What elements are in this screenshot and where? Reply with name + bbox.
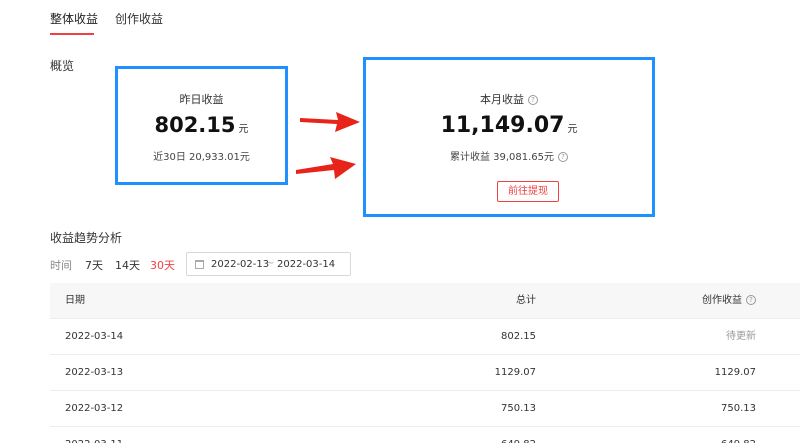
date-range-end[interactable]: 2022-03-14: [277, 259, 335, 270]
table-row: 2022-03-13 1129.07 1129.07: [50, 355, 800, 391]
row-creation-earnings: 750.13: [721, 403, 756, 414]
help-icon[interactable]: ?: [746, 295, 756, 305]
row-creation-earnings: 649.82: [721, 427, 756, 443]
last-30-days-earnings: 近30日 20,933.01元: [153, 152, 250, 163]
withdraw-button[interactable]: 前往提现: [497, 181, 559, 202]
yesterday-earnings-title: 昨日收益: [179, 93, 224, 106]
column-header-total: 总计: [516, 295, 536, 306]
yesterday-earnings-amount: 802.15: [154, 113, 236, 137]
row-date: 2022-03-13: [65, 367, 124, 378]
active-tab-underline: [50, 33, 94, 35]
monthly-earnings-amount: 11,149.07: [440, 113, 565, 138]
help-icon[interactable]: ?: [558, 152, 569, 162]
date-range-picker[interactable]: 2022-02-13 ~ 2022-03-14: [186, 252, 351, 276]
yesterday-earnings-unit: 元: [238, 124, 249, 135]
monthly-earnings-card: 本月收益? 11,149.07 元 累计收益 39,081.65元? 前往提现: [363, 57, 655, 217]
row-date: 2022-03-14: [65, 331, 124, 342]
range-7-days[interactable]: 7天: [85, 257, 103, 273]
table-row: 2022-03-11 649.82 649.82: [50, 427, 800, 443]
calendar-icon: [195, 260, 204, 269]
row-total: 1129.07: [494, 367, 536, 378]
time-label: 时间: [50, 259, 72, 272]
row-date: 2022-03-12: [65, 403, 124, 414]
table-row: 2022-03-12 750.13 750.13: [50, 391, 800, 427]
column-header-creation: 创作收益?: [702, 283, 756, 319]
range-30-days[interactable]: 30天: [150, 257, 175, 273]
range-14-days[interactable]: 14天: [115, 257, 140, 273]
row-total: 750.13: [501, 403, 536, 414]
row-creation-earnings: 1129.07: [714, 367, 756, 378]
yesterday-earnings-value: 802.15 元: [118, 113, 285, 137]
date-range-separator: ~: [266, 258, 275, 269]
date-range-start[interactable]: 2022-02-13: [211, 259, 269, 270]
overview-heading: 概览: [50, 59, 75, 73]
table-row: 2022-03-14 802.15 待更新: [50, 319, 800, 355]
tab-overall-earnings[interactable]: 整体收益: [50, 10, 98, 27]
monthly-earnings-title: 本月收益: [480, 93, 524, 106]
yesterday-earnings-card: 昨日收益 802.15 元 近30日 20,933.01元: [115, 66, 288, 185]
annotation-arrow-icon: [300, 112, 360, 132]
cumulative-earnings-row: 累计收益 39,081.65元?: [366, 148, 652, 163]
earnings-table: 日期 总计 创作收益? 2022-03-14 802.15 待更新 2022-0…: [50, 283, 800, 443]
monthly-earnings-title-row: 本月收益?: [366, 91, 652, 107]
help-icon[interactable]: ?: [528, 95, 538, 105]
cumulative-earnings: 累计收益 39,081.65元: [449, 152, 555, 163]
tab-creation-earnings[interactable]: 创作收益: [115, 10, 163, 27]
trend-analysis-heading: 收益趋势分析: [50, 231, 123, 245]
monthly-earnings-unit: 元: [567, 124, 578, 135]
row-creation-earnings: 待更新: [726, 331, 756, 342]
table-header: 日期 总计 创作收益?: [50, 283, 800, 319]
column-header-creation-label: 创作收益: [702, 295, 742, 306]
monthly-earnings-value: 11,149.07 元: [366, 113, 652, 138]
row-total: 649.82: [501, 427, 536, 443]
column-header-date: 日期: [65, 295, 85, 306]
row-total: 802.15: [501, 331, 536, 342]
row-date: 2022-03-11: [65, 427, 123, 443]
annotation-arrow-icon: [296, 157, 356, 179]
